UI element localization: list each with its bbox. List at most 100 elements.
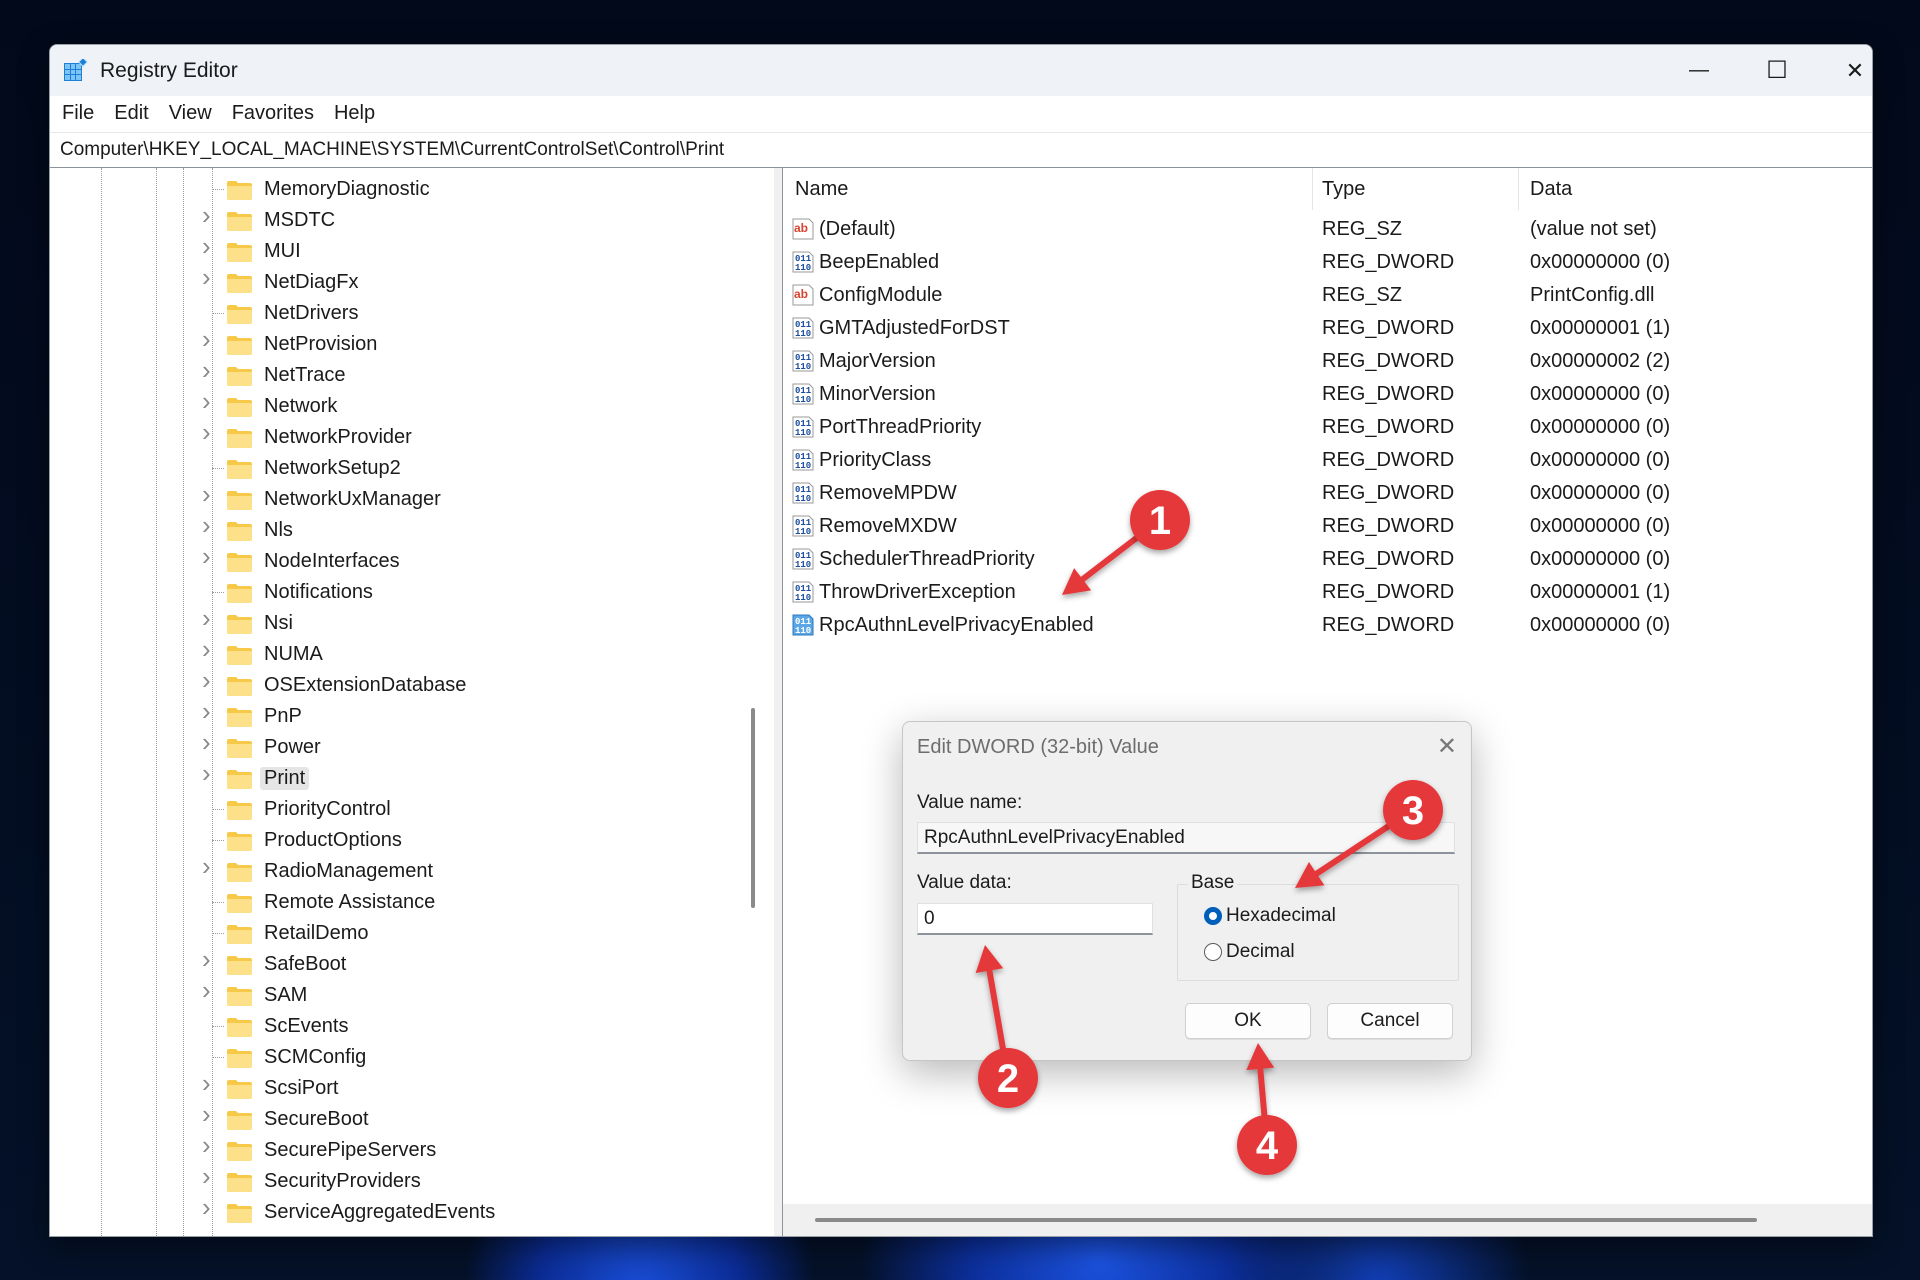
tree-item[interactable]: SCMConfig	[50, 1042, 750, 1073]
tree-item[interactable]: MemoryDiagnostic	[50, 174, 750, 205]
chevron-right-icon[interactable]: ›	[202, 1101, 218, 1127]
tree-item[interactable]: › ScsiPort	[50, 1070, 750, 1104]
menu-edit[interactable]: Edit	[114, 100, 148, 127]
radio-hexadecimal[interactable]: Hexadecimal	[1204, 905, 1336, 927]
menu-view[interactable]: View	[169, 100, 212, 127]
tree-item[interactable]: › Network	[50, 388, 750, 422]
chevron-right-icon[interactable]: ›	[202, 1132, 218, 1158]
value-row[interactable]: 011 110 ThrowDriverException REG_DWORD 0x000…	[783, 575, 1872, 608]
tree-scrollbar-thumb[interactable]	[751, 708, 755, 908]
chevron-right-icon[interactable]: ›	[202, 1163, 218, 1189]
value-row[interactable]: 011 110 GMTAdjustedForDST REG_DWORD 0x000000…	[783, 311, 1872, 344]
tree-item-label: Notifications	[264, 581, 373, 603]
tree-item[interactable]: › SecureBoot	[50, 1101, 750, 1135]
value-row[interactable]: ab (Default) REG_SZ (value not set)	[783, 212, 1872, 245]
svg-text:110: 110	[795, 593, 811, 603]
value-row[interactable]: 011 110 PortThreadPriority REG_DWORD 0x00000…	[783, 410, 1872, 443]
maximize-button[interactable]: ☐	[1738, 45, 1816, 96]
column-header-name[interactable]: Name	[795, 178, 848, 201]
tree-item[interactable]: PriorityControl	[50, 794, 750, 825]
column-separator[interactable]	[1518, 168, 1519, 210]
tree-item[interactable]: › NetworkUxManager	[50, 481, 750, 515]
tree-item[interactable]: ProductOptions	[50, 825, 750, 856]
chevron-right-icon[interactable]: ›	[202, 326, 218, 352]
close-icon: ✕	[1845, 57, 1865, 83]
tree-item[interactable]: NetDrivers	[50, 298, 750, 329]
chevron-right-icon[interactable]: ›	[202, 543, 218, 569]
tree-item[interactable]: › MUI	[50, 233, 750, 267]
chevron-right-icon[interactable]: ›	[202, 512, 218, 538]
chevron-right-icon[interactable]: ›	[202, 605, 218, 631]
tree-item[interactable]: NetworkSetup2	[50, 453, 750, 484]
tree-item[interactable]: RetailDemo	[50, 918, 750, 949]
menu-favorites[interactable]: Favorites	[232, 100, 314, 127]
value-row[interactable]: ab ConfigModule REG_SZ PrintConfig.dll	[783, 278, 1872, 311]
value-row[interactable]: 011 110 MajorVersion REG_DWORD 0x00000002 (2…	[783, 344, 1872, 377]
chevron-right-icon[interactable]: ›	[202, 1070, 218, 1096]
column-header-type[interactable]: Type	[1322, 178, 1365, 201]
dialog-close-button[interactable]: ✕	[1437, 732, 1457, 761]
tree-item[interactable]: › NetTrace	[50, 357, 750, 391]
chevron-right-icon[interactable]: ›	[202, 357, 218, 383]
chevron-right-icon[interactable]: ›	[202, 853, 218, 879]
chevron-right-icon[interactable]: ›	[202, 202, 218, 228]
chevron-right-icon[interactable]: ›	[202, 698, 218, 724]
chevron-right-icon[interactable]: ›	[202, 481, 218, 507]
value-row[interactable]: 011 110 RemoveMXDW REG_DWORD 0x00000000 (0)	[783, 509, 1872, 542]
chevron-right-icon[interactable]: ›	[202, 977, 218, 1003]
chevron-right-icon[interactable]: ›	[202, 1194, 218, 1220]
minimize-button[interactable]: —	[1660, 45, 1738, 96]
tree-item[interactable]: Notifications	[50, 577, 750, 608]
horizontal-scrollbar-thumb[interactable]	[815, 1218, 1757, 1222]
menu-file[interactable]: File	[62, 100, 94, 127]
chevron-right-icon[interactable]: ›	[202, 667, 218, 693]
pane-splitter[interactable]	[774, 168, 783, 1236]
chevron-right-icon[interactable]: ›	[202, 636, 218, 662]
tree-item[interactable]: › RadioManagement	[50, 853, 750, 887]
tree-item[interactable]: › NodeInterfaces	[50, 543, 750, 577]
value-row[interactable]: 011 110 PriorityClass REG_DWORD 0x00000000 (…	[783, 443, 1872, 476]
chevron-right-icon[interactable]: ›	[202, 760, 218, 786]
tree-item[interactable]: Remote Assistance	[50, 887, 750, 918]
tree-item[interactable]: › SecurityProviders	[50, 1163, 750, 1197]
value-row[interactable]: 011 110 SchedulerThreadPriority REG_DWORD 0x…	[783, 542, 1872, 575]
menu-help[interactable]: Help	[334, 100, 375, 127]
address-bar[interactable]: Computer\HKEY_LOCAL_MACHINE\SYSTEM\Curre…	[50, 132, 1872, 169]
tree-item[interactable]: › SafeBoot	[50, 946, 750, 980]
chevron-right-icon[interactable]: ›	[202, 729, 218, 755]
chevron-right-icon[interactable]: ›	[202, 419, 218, 445]
tree-item[interactable]: › Print	[50, 760, 750, 794]
tree-item[interactable]: › ServiceAggregatedEvents	[50, 1194, 750, 1228]
tree-item[interactable]: › PnP	[50, 698, 750, 732]
chevron-right-icon[interactable]: ›	[202, 264, 218, 290]
tree-item[interactable]: › Nsi	[50, 605, 750, 639]
tree-item[interactable]: ScEvents	[50, 1011, 750, 1042]
column-separator[interactable]	[1312, 168, 1313, 210]
value-row[interactable]: 011 110 BeepEnabled REG_DWORD 0x00000000 (0)	[783, 245, 1872, 278]
value-row[interactable]: 011 110 RpcAuthnLevelPrivacyEnabled REG_DWO…	[783, 608, 1872, 641]
value-data-input[interactable]: 0	[917, 903, 1153, 935]
tree-item[interactable]: › SAM	[50, 977, 750, 1011]
horizontal-scrollbar[interactable]	[783, 1204, 1872, 1236]
value-row[interactable]: 011 110 MinorVersion REG_DWORD 0x00000000 (0…	[783, 377, 1872, 410]
cancel-button[interactable]: Cancel	[1327, 1003, 1453, 1039]
column-header-data[interactable]: Data	[1530, 178, 1572, 201]
tree-item[interactable]: › MSDTC	[50, 202, 750, 236]
value-name-field[interactable]: RpcAuthnLevelPrivacyEnabled	[917, 822, 1455, 854]
tree-item[interactable]: › Power	[50, 729, 750, 763]
chevron-right-icon[interactable]: ›	[202, 233, 218, 259]
tree-item[interactable]: › NetProvision	[50, 326, 750, 360]
tree-item[interactable]: › NetworkProvider	[50, 419, 750, 453]
chevron-right-icon[interactable]: ›	[202, 388, 218, 414]
close-button[interactable]: ✕	[1816, 45, 1872, 96]
tree-item[interactable]: › OSExtensionDatabase	[50, 667, 750, 701]
tree-item[interactable]: › NetDiagFx	[50, 264, 750, 298]
tree-item[interactable]: › Nls	[50, 512, 750, 546]
value-row[interactable]: 011 110 RemoveMPDW REG_DWORD 0x00000000 (0)	[783, 476, 1872, 509]
value-type: REG_DWORD	[1322, 548, 1455, 570]
chevron-right-icon[interactable]: ›	[202, 946, 218, 972]
radio-decimal[interactable]: Decimal	[1204, 941, 1295, 963]
tree-item[interactable]: › SecurePipeServers	[50, 1132, 750, 1166]
tree-item[interactable]: › NUMA	[50, 636, 750, 670]
ok-button[interactable]: OK	[1185, 1003, 1311, 1039]
